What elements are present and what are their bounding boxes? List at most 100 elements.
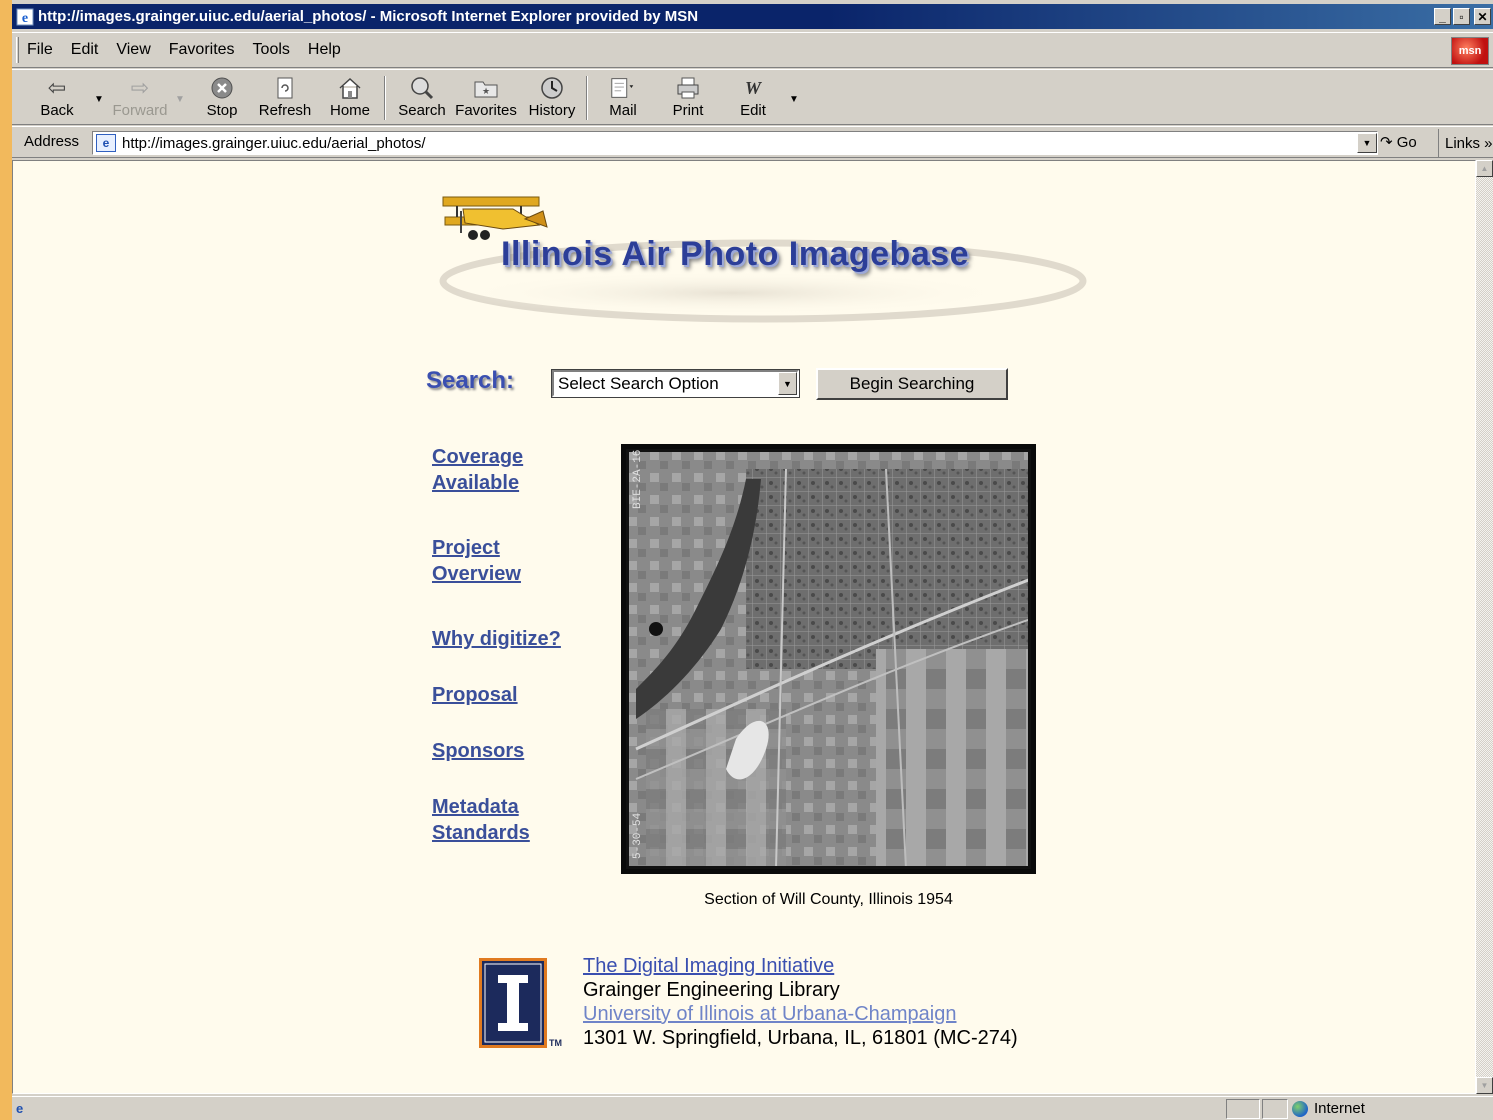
- site-title: Illinois Air Photo Imagebase: [501, 235, 970, 273]
- favorites-button[interactable]: ★ Favorites: [455, 74, 517, 124]
- print-button[interactable]: Print: [666, 74, 710, 124]
- links-button[interactable]: Links »: [1438, 129, 1493, 157]
- back-arrow-icon: ⇦: [47, 75, 67, 100]
- aerial-photo-image: BIE-2A-16 5-30-54: [626, 449, 1031, 869]
- window-title: http://images.grainger.uiuc.edu/aerial_p…: [38, 8, 699, 25]
- status-pane: [1262, 1099, 1288, 1119]
- home-button[interactable]: Home: [328, 74, 372, 124]
- standard-toolbar: ⇦ Back ▼ ⇨ Forward ▼ Stop Refresh Home S…: [12, 69, 1493, 125]
- digital-imaging-initiative-link[interactable]: The Digital Imaging Initiative: [583, 955, 834, 978]
- nav-link-sponsors[interactable]: Sponsors: [432, 738, 524, 764]
- page-content: Illinois Air Photo Imagebase Search: Sel…: [12, 160, 1476, 1094]
- nav-link-text[interactable]: Project: [432, 535, 521, 561]
- favorites-folder-icon: ★: [472, 74, 500, 102]
- refresh-icon: [271, 74, 299, 102]
- home-label: Home: [329, 102, 370, 119]
- minimize-button[interactable]: _: [1434, 8, 1451, 25]
- stop-label: Stop: [206, 102, 238, 119]
- edit-button[interactable]: W Edit: [732, 74, 774, 124]
- back-label: Back: [40, 102, 74, 119]
- status-pane: [1226, 1099, 1260, 1119]
- go-label: Go: [1396, 134, 1417, 151]
- nav-link-metadata-standards[interactable]: Metadata Standards: [432, 794, 530, 846]
- toolbar-separator: [384, 76, 386, 120]
- msn-logo[interactable]: msn: [1451, 37, 1489, 65]
- history-button[interactable]: History: [526, 74, 578, 124]
- go-arrow-icon: ↷: [1380, 134, 1393, 151]
- zone-label: Internet: [1314, 1100, 1365, 1117]
- university-block-i-logo[interactable]: [479, 958, 547, 1048]
- page-icon: e: [96, 134, 116, 152]
- nav-link-why-digitize[interactable]: Why digitize?: [432, 626, 561, 652]
- biplane-icon: [442, 196, 548, 240]
- address-dropdown-icon[interactable]: ▼: [1357, 133, 1377, 153]
- refresh-button[interactable]: Refresh: [258, 74, 312, 124]
- ie-logo-icon: e: [16, 8, 34, 26]
- history-clock-icon: [538, 74, 566, 102]
- forward-button[interactable]: ⇨ Forward: [112, 74, 168, 124]
- refresh-label: Refresh: [258, 102, 312, 119]
- address-url[interactable]: http://images.grainger.uiuc.edu/aerial_p…: [122, 135, 426, 152]
- photo-caption: Section of Will County, Illinois 1954: [704, 891, 953, 908]
- menu-view[interactable]: View: [116, 41, 150, 59]
- print-label: Print: [672, 102, 704, 119]
- begin-searching-button[interactable]: Begin Searching: [816, 368, 1008, 400]
- menu-help[interactable]: Help: [308, 41, 341, 59]
- mail-button[interactable]: Mail: [602, 74, 644, 124]
- menu-favorites[interactable]: Favorites: [169, 41, 235, 59]
- mail-icon: [609, 74, 637, 102]
- trademark-mark: TM: [549, 1038, 562, 1048]
- stop-icon: [208, 74, 236, 102]
- nav-link-text[interactable]: Metadata: [432, 794, 530, 820]
- svg-text:★: ★: [482, 86, 490, 96]
- back-button[interactable]: ⇦ Back: [34, 74, 80, 124]
- address-label: Address: [24, 133, 80, 150]
- favorites-label-tb: Favorites: [455, 102, 517, 119]
- printer-icon: [674, 74, 702, 102]
- address-input[interactable]: e http://images.grainger.uiuc.edu/aerial…: [92, 131, 1378, 155]
- stop-button[interactable]: Stop: [202, 74, 242, 124]
- library-name: Grainger Engineering Library: [583, 979, 840, 1001]
- toolbar-more-icon[interactable]: ▼: [789, 94, 799, 105]
- photo-edge-label-top: BIE-2A-16: [632, 450, 644, 509]
- chevron-down-icon[interactable]: ▼: [778, 372, 797, 395]
- title-bar[interactable]: e http://images.grainger.uiuc.edu/aerial…: [12, 4, 1493, 29]
- back-dropdown-icon[interactable]: ▼: [94, 94, 104, 105]
- maximize-button[interactable]: ▫: [1453, 8, 1470, 25]
- address-bar: Address e http://images.grainger.uiuc.ed…: [12, 126, 1493, 158]
- nav-link-text[interactable]: Standards: [432, 820, 530, 846]
- toolbar-separator: [586, 76, 588, 120]
- university-link[interactable]: University of Illinois at Urbana-Champai…: [583, 1003, 957, 1026]
- toolbar-grip[interactable]: [16, 37, 19, 63]
- menu-bar: File Edit View Favorites Tools Help msn: [12, 32, 1493, 68]
- security-zone[interactable]: Internet: [1292, 1100, 1365, 1117]
- scroll-up-icon[interactable]: ▲: [1476, 160, 1493, 177]
- nav-link-proposal[interactable]: Proposal: [432, 682, 518, 708]
- menu-tools[interactable]: Tools: [253, 41, 290, 59]
- nav-link-coverage[interactable]: Coverage Available: [432, 444, 523, 496]
- go-button[interactable]: ↷ Go: [1380, 133, 1417, 151]
- close-button[interactable]: ✕: [1474, 8, 1491, 25]
- nav-link-project-overview[interactable]: Project Overview: [432, 535, 521, 587]
- menu-edit[interactable]: Edit: [71, 41, 99, 59]
- photo-edge-label-bottom: 5-30-54: [632, 812, 644, 859]
- browser-window: e http://images.grainger.uiuc.edu/aerial…: [0, 0, 1493, 1120]
- search-heading: Search:: [426, 367, 515, 394]
- home-icon: [336, 74, 364, 102]
- internet-globe-icon: [1292, 1100, 1308, 1117]
- scroll-down-icon[interactable]: ▼: [1476, 1077, 1493, 1094]
- page-status-icon: e: [16, 1101, 24, 1116]
- menu-file[interactable]: File: [27, 41, 53, 59]
- nav-link-text[interactable]: Available: [432, 470, 523, 496]
- nav-link-text[interactable]: Coverage: [432, 444, 523, 470]
- search-option-select[interactable]: Select Search Option ▼: [551, 369, 800, 398]
- desktop-edge: [0, 0, 12, 1120]
- forward-dropdown-icon[interactable]: ▼: [175, 94, 185, 105]
- nav-link-text[interactable]: Overview: [432, 561, 521, 587]
- search-button[interactable]: Search: [398, 74, 446, 124]
- history-label-tb: History: [528, 102, 576, 119]
- search-select-value: Select Search Option: [558, 373, 719, 393]
- aerial-photo[interactable]: BIE-2A-16 5-30-54: [621, 444, 1036, 874]
- search-globe-icon: [408, 74, 436, 102]
- vertical-scrollbar[interactable]: ▲ ▼: [1476, 160, 1493, 1094]
